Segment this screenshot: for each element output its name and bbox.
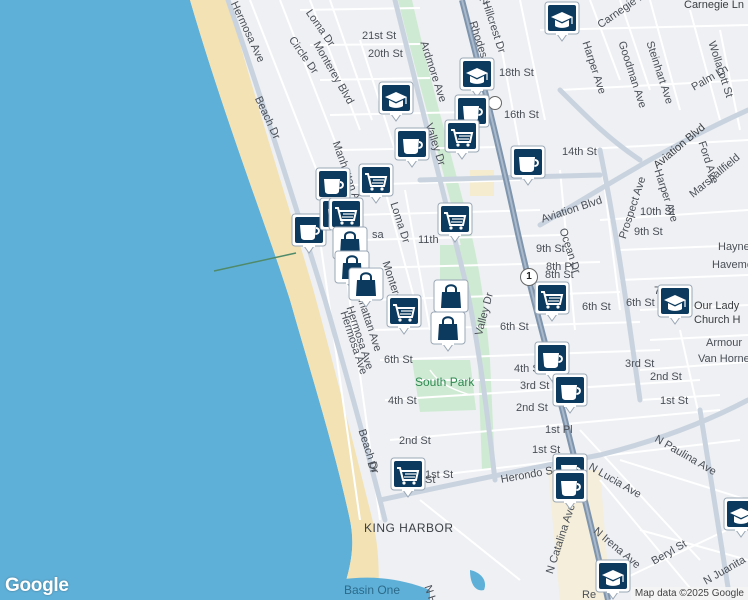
grocery-marker[interactable]	[436, 201, 474, 243]
map-canvas[interactable]: 21st St 20th St Loma Dr Circle Dr Monterey B…	[0, 0, 748, 600]
map-label: Hayne	[718, 241, 748, 253]
school-icon	[723, 497, 748, 538]
map-label: 2nd St	[650, 371, 682, 383]
map-label: KING HARBOR	[364, 521, 454, 535]
grocery-marker[interactable]	[443, 118, 481, 160]
shopping-cart-icon	[534, 281, 570, 322]
map-label: 20th St	[368, 48, 403, 60]
shop-marker[interactable]	[347, 266, 385, 308]
map-label: 3rd St	[625, 358, 655, 370]
map-label: 9th St	[536, 243, 565, 255]
map-label: South Park	[415, 375, 475, 389]
map-label: Carnegie Ln	[684, 0, 744, 11]
school-marker[interactable]	[656, 283, 694, 325]
map-label: Havemeye	[712, 259, 748, 271]
shopping-cart-icon	[390, 457, 426, 498]
map-label: 2nd St	[516, 402, 548, 414]
coffee-cup-icon	[394, 127, 430, 168]
map-label: 2nd St	[399, 435, 431, 447]
map-label: 18th St	[499, 67, 534, 79]
coffee-cup-icon	[510, 145, 546, 186]
shopping-cart-icon	[444, 119, 480, 160]
map-attribution[interactable]: Map data ©2025 Google	[630, 587, 748, 600]
school-icon	[595, 559, 631, 600]
map-label: 16th St	[504, 109, 539, 121]
map-label: 10th St	[640, 206, 675, 218]
coffee-cup-icon	[552, 373, 588, 414]
map-label: 3rd St	[520, 380, 550, 392]
coffee-cup-icon	[552, 469, 588, 510]
map-label: 9th St	[634, 226, 663, 238]
map-label: 6th St	[626, 297, 655, 309]
school-icon	[544, 1, 580, 42]
map-label: 4th St	[388, 395, 417, 407]
cafe-marker[interactable]	[393, 126, 431, 168]
map-label: 1st Pl	[545, 424, 573, 436]
shopping-bag-icon	[430, 311, 466, 352]
shopping-bag-icon	[348, 267, 384, 308]
school-icon	[378, 81, 414, 122]
grocery-marker[interactable]	[389, 456, 427, 498]
map-label: 1st St	[660, 395, 689, 407]
map-label: 6th St	[582, 301, 611, 313]
map-label: Van Horne	[698, 353, 748, 365]
school-icon	[657, 284, 693, 325]
map-label: 14th St	[562, 146, 597, 158]
shop-marker[interactable]	[429, 310, 467, 352]
map-label: 6th St	[500, 321, 529, 333]
school-marker[interactable]	[594, 558, 632, 600]
shopping-cart-icon	[386, 294, 422, 335]
grocery-marker[interactable]	[533, 280, 571, 322]
school-marker[interactable]	[543, 0, 581, 42]
school-marker[interactable]	[458, 56, 496, 98]
school-marker[interactable]	[722, 496, 748, 538]
map-label: 6th St	[384, 354, 413, 366]
map-label: Basin One	[344, 583, 401, 597]
google-logo: Google	[5, 575, 69, 596]
map-label: Our Lady	[694, 300, 740, 312]
cafe-marker[interactable]	[509, 144, 547, 186]
school-icon	[459, 57, 495, 98]
grocery-marker[interactable]	[385, 293, 423, 335]
school-marker[interactable]	[377, 80, 415, 122]
map-label: 21st St	[362, 30, 397, 42]
shopping-cart-icon	[437, 202, 473, 243]
map-label: sa	[372, 229, 384, 241]
cafe-marker[interactable]	[551, 372, 589, 414]
cafe-marker[interactable]	[551, 468, 589, 510]
map-label: Church H	[694, 314, 741, 326]
map-label: Armour	[706, 337, 743, 349]
